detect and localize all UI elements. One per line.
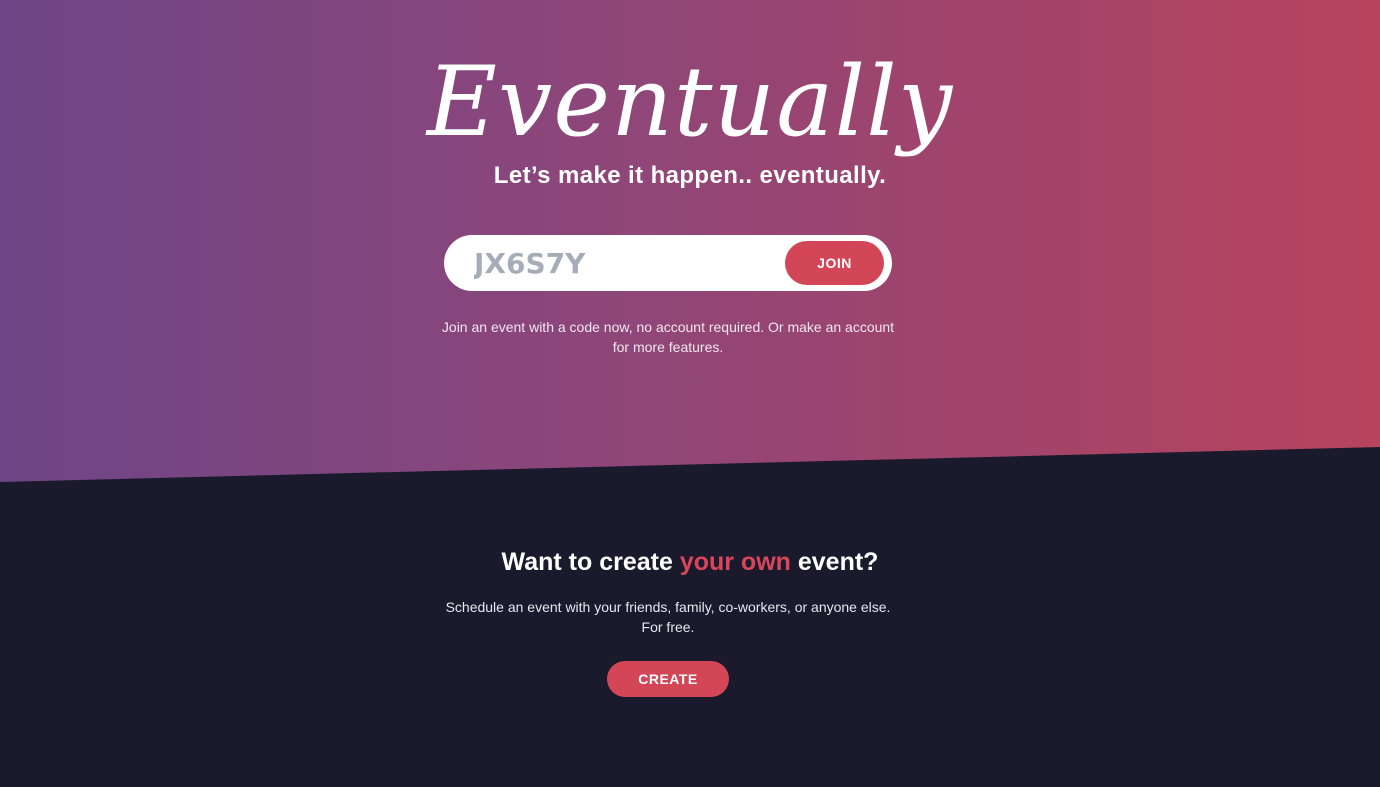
- join-button[interactable]: JOIN: [785, 241, 884, 285]
- app-logo: Eventually: [426, 46, 954, 158]
- create-description: Schedule an event with your friends, fam…: [445, 599, 891, 635]
- create-title-end: event?: [790, 548, 879, 576]
- create-title-start: Want to create: [501, 548, 680, 576]
- event-code-input[interactable]: [474, 243, 774, 283]
- create-button[interactable]: CREATE: [607, 661, 729, 697]
- create-section-title: Want to create your own event?: [0, 548, 1380, 577]
- create-title-accent: your own: [679, 548, 791, 576]
- join-helper-text: Join an event with a code now, no accoun…: [441, 319, 895, 355]
- tagline: Let’s make it happen.. eventually.: [493, 162, 887, 189]
- join-form: JOIN: [444, 235, 892, 291]
